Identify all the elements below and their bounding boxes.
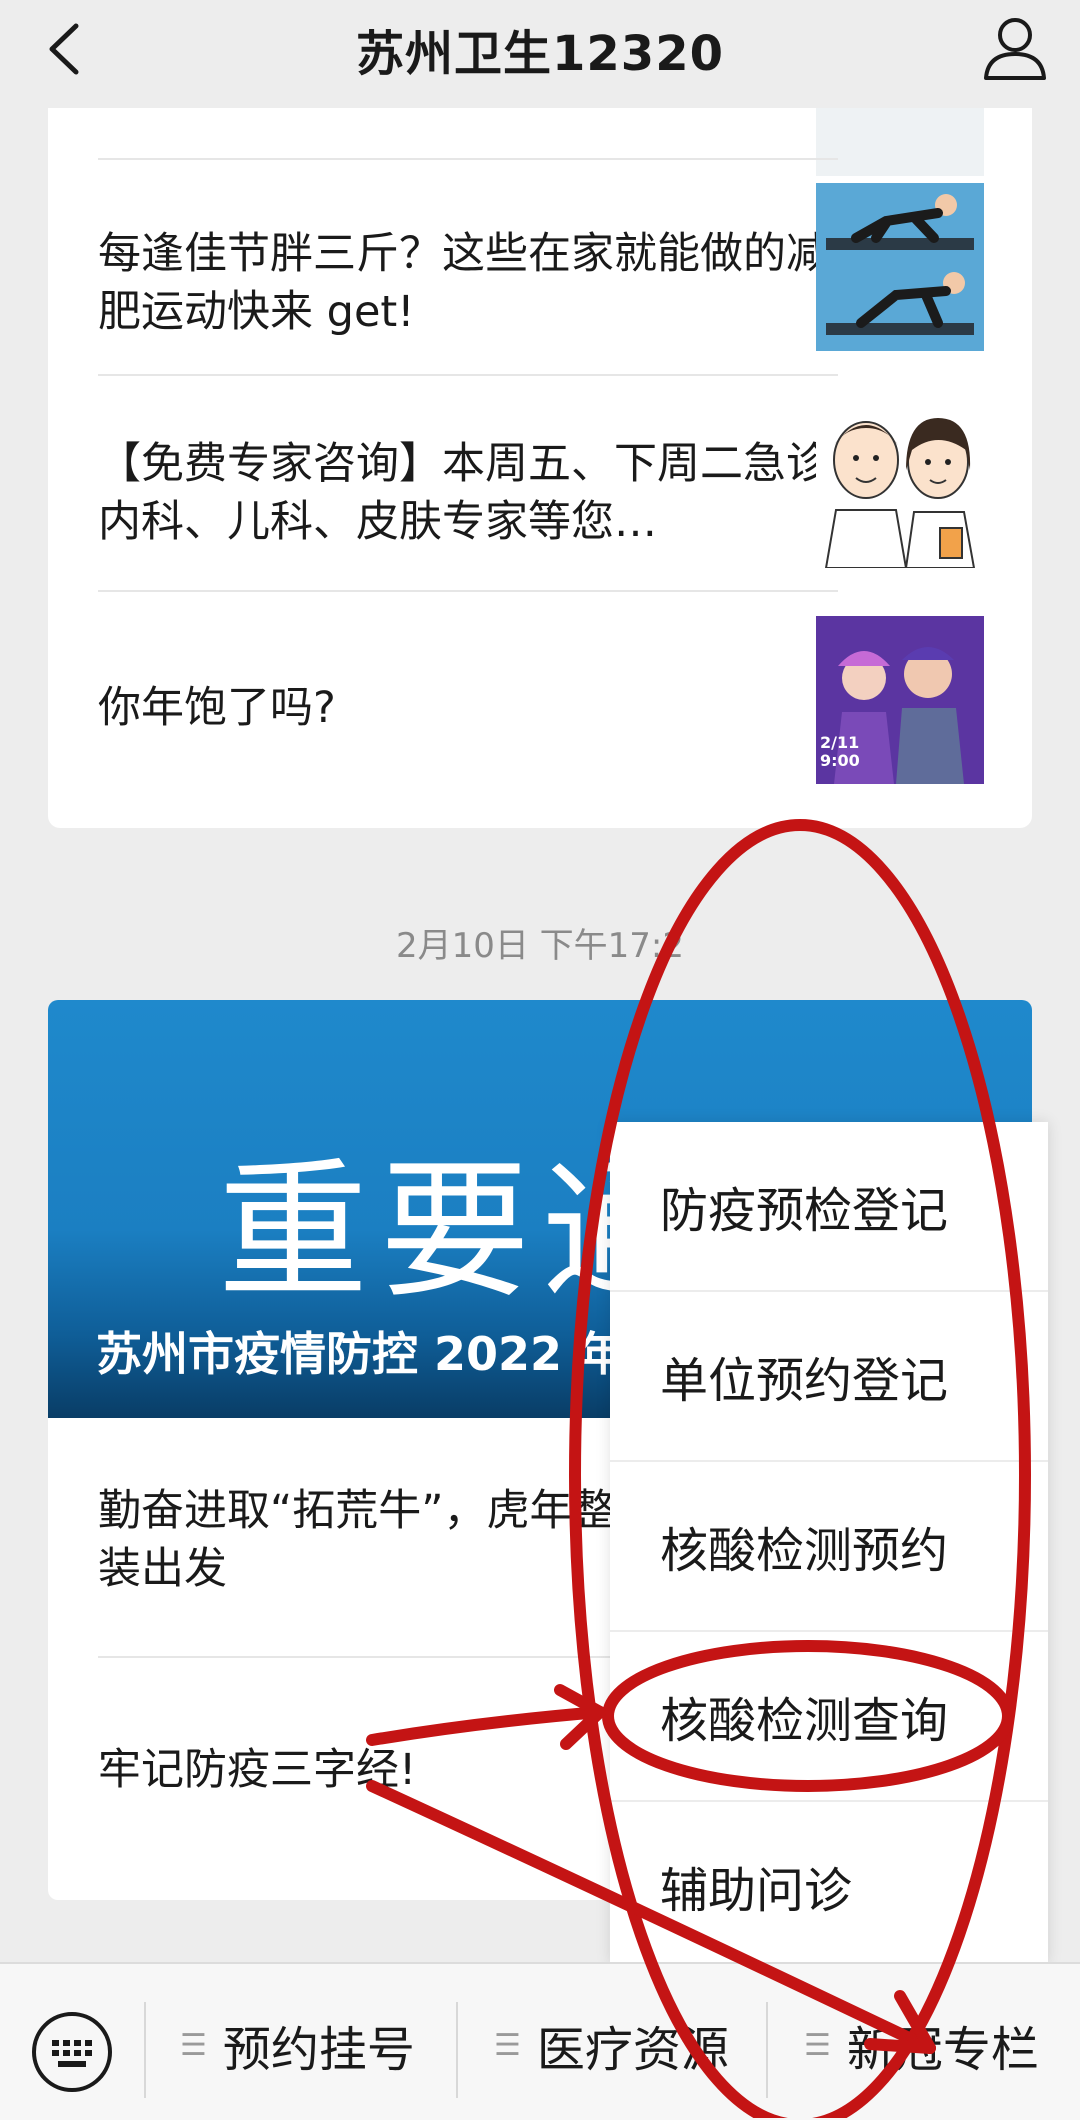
menu-item-epidemic-precheck[interactable]: 防疫预检登记 — [610, 1122, 1048, 1290]
divider — [98, 374, 838, 376]
menu-label: 预约挂号 — [222, 2022, 415, 2078]
article-title: 你年饱了吗? — [98, 683, 336, 733]
doctors-thumbnail — [816, 400, 984, 568]
person-icon — [984, 18, 1046, 80]
menu-item-label: 核酸检测查询 — [660, 1693, 949, 1749]
menu-item-unit-booking[interactable]: 单位预约登记 — [610, 1292, 1048, 1460]
fitness-thumbnail — [816, 183, 984, 351]
menu-lines-icon: ☰ — [180, 2027, 207, 2063]
menu-item-assisted-consultation[interactable]: 辅助问诊 — [610, 1802, 1048, 1970]
article-title: 勤奋进取“拓荒牛”，虎年整装出发 — [98, 1486, 616, 1594]
article-thumbnail-partial — [816, 108, 984, 176]
menu-item-nucleic-test-query[interactable]: 核酸检测查询 — [610, 1632, 1048, 1800]
list-item[interactable]: 【免费专家咨询】本周五、下周二急诊内科、儿科、皮肤专家等您… — [98, 408, 838, 578]
bottom-menu-bar: ☰ 预约挂号 ☰ 医疗资源 ☰ 新冠专栏 — [0, 1962, 1080, 2120]
page-title: 苏州卫生12320 — [356, 26, 724, 82]
list-item[interactable]: 你年饱了吗? — [98, 628, 838, 788]
menu-lines-icon: ☰ — [804, 2027, 831, 2063]
divider — [766, 2002, 768, 2098]
divider — [144, 2002, 146, 2098]
profile-button[interactable] — [976, 10, 1054, 88]
list-item[interactable]: 勤奋进取“拓荒牛”，虎年整装出发 — [98, 1460, 618, 1620]
menu-item-label: 防疫预检登记 — [660, 1183, 949, 1239]
thumb-date: 2/11 — [820, 733, 860, 752]
message-timestamp: 2月10日 下午17:2 — [395, 926, 685, 966]
menu-item-nucleic-test-booking[interactable]: 核酸检测预约 — [610, 1462, 1048, 1630]
divider — [98, 590, 838, 592]
custom-menu-popup: 防疫预检登记 单位预约登记 核酸检测预约 核酸检测查询 辅助问诊 — [610, 1122, 1048, 1964]
menu-appointment-registration[interactable]: ☰ 预约挂号 — [180, 1990, 415, 2100]
menu-covid-column[interactable]: ☰ 新冠专栏 — [804, 1990, 1039, 2100]
divider — [98, 158, 838, 160]
article-title: 每逢佳节胖三斤？这些在家就能做的减肥运动快来 get! — [98, 229, 829, 337]
article-card-top: 每逢佳节胖三斤？这些在家就能做的减肥运动快来 get! 【免费专家咨询】本周五、… — [48, 108, 1032, 828]
menu-label: 医疗资源 — [536, 2022, 729, 2078]
keyboard-icon — [32, 2012, 112, 2092]
keyboard-toggle-button[interactable] — [28, 2008, 116, 2096]
thumb-time: 9:00 — [820, 751, 860, 770]
top-navigation-bar: 苏州卫生12320 — [0, 0, 1080, 104]
menu-lines-icon: ☰ — [494, 2027, 521, 2063]
menu-item-label: 辅助问诊 — [660, 1863, 853, 1919]
livestream-thumbnail: 2/11 9:00 — [816, 616, 984, 784]
article-title: 牢记防疫三字经! — [98, 1745, 417, 1795]
banner-subtitle: 苏州市疫情防控 2022 年 — [96, 1327, 625, 1381]
list-item[interactable]: 牢记防疫三字经! — [98, 1690, 618, 1850]
article-title: 【免费专家咨询】本周五、下周二急诊内科、儿科、皮肤专家等您… — [98, 439, 829, 547]
divider — [456, 2002, 458, 2098]
list-item[interactable]: 每逢佳节胖三斤？这些在家就能做的减肥运动快来 get! — [98, 198, 838, 368]
menu-label: 新冠专栏 — [846, 2022, 1039, 2078]
menu-medical-resources[interactable]: ☰ 医疗资源 — [494, 1990, 729, 2100]
menu-item-label: 核酸检测预约 — [660, 1523, 949, 1579]
menu-item-label: 单位预约登记 — [660, 1353, 949, 1409]
